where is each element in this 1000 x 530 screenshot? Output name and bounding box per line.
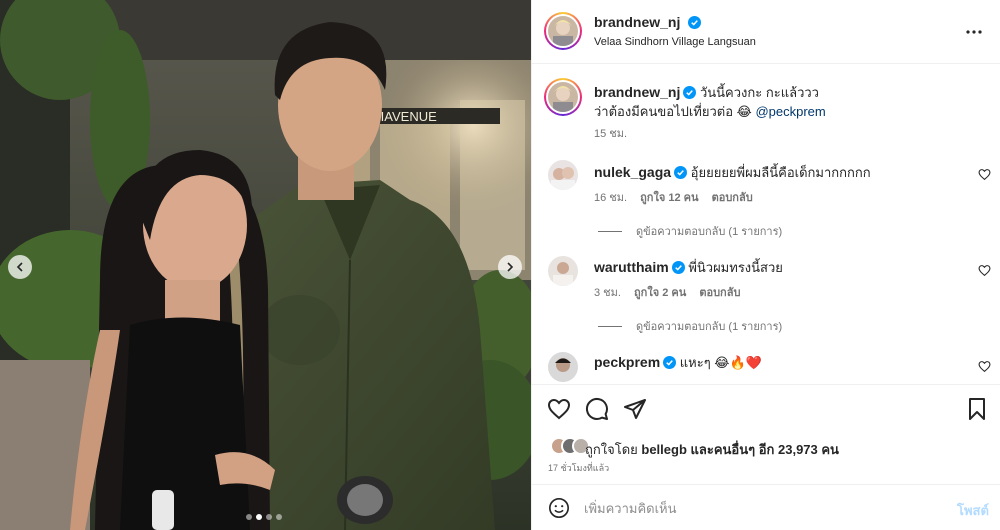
carousel-indicator [246, 514, 282, 520]
comment-time[interactable]: 3 ชม. [594, 287, 621, 299]
verified-icon [671, 261, 685, 274]
heart-icon[interactable] [978, 264, 991, 277]
verified-icon [674, 166, 688, 179]
caption-avatar[interactable] [544, 78, 582, 116]
instagram-post: SIAVENUE brandnew_nj Velaa Sindhorn Vill… [0, 0, 1000, 530]
author-avatar[interactable] [544, 12, 582, 50]
heart-icon[interactable] [978, 360, 991, 373]
post-location[interactable]: Velaa Sindhorn Village Langsuan [594, 36, 756, 48]
view-replies-label: ดูข้อความตอบกลับ (1 รายการ) [636, 226, 783, 238]
likes-summary: ถูกใจโดย bellegb และคนอื่นๆ อีก 23,973 ค… [585, 439, 839, 460]
more-options-icon[interactable] [962, 20, 986, 44]
post-side-panel: brandnew_nj Velaa Sindhorn Village Langs… [531, 0, 1000, 530]
verified-icon [663, 356, 677, 369]
share-icon[interactable] [623, 397, 647, 421]
comment-likes[interactable]: ถูกใจ 2 คน [634, 287, 686, 299]
comment-text: แหะๆ 😂🔥❤️ [679, 355, 762, 370]
chevron-left-icon [16, 262, 23, 272]
comment-icon[interactable] [585, 397, 609, 421]
post-comment-button[interactable]: โพสต์ [957, 500, 989, 521]
heart-icon[interactable] [978, 168, 991, 181]
commenter-avatar[interactable] [548, 256, 578, 286]
reply-button[interactable]: ตอบกลับ [699, 287, 740, 299]
view-replies-button[interactable]: ดูข้อความตอบกลับ (1 รายการ) [598, 222, 782, 240]
heart-icon[interactable] [547, 397, 571, 421]
post-header: brandnew_nj Velaa Sindhorn Village Langs… [532, 0, 1000, 64]
likes-count[interactable]: และคนอื่นๆ อีก 23,973 คน [687, 442, 839, 457]
caption-text-line2: ว่าต้องมีคนขอไปเที่ยวต่อ 😂 [594, 104, 756, 119]
comment-text: พี่นิวผมทรงนี้สวย [688, 260, 783, 275]
view-replies-label: ดูข้อความตอบกลับ (1 รายการ) [636, 321, 783, 333]
post-media[interactable]: SIAVENUE [0, 0, 531, 530]
verified-icon [683, 86, 697, 99]
carousel-dot [246, 514, 252, 520]
post-actions: ถูกใจโดย bellegb และคนอื่นๆ อีก 23,973 ค… [532, 384, 1000, 484]
chevron-right-icon [507, 262, 514, 272]
caption-time[interactable]: 15 ชม. [594, 124, 627, 142]
comment-username[interactable]: warutthaim [594, 259, 669, 275]
carousel-dot [276, 514, 282, 520]
comment-input[interactable] [584, 495, 944, 521]
post-time-ago[interactable]: 17 ชั่วโมงที่แล้ว [548, 461, 609, 475]
carousel-dot [256, 514, 262, 520]
bookmark-icon[interactable] [965, 397, 989, 421]
comment-composer: โพสต์ [532, 484, 1000, 530]
emoji-icon[interactable] [548, 497, 570, 519]
commenter-avatar[interactable] [548, 160, 578, 190]
carousel-next-button[interactable] [498, 255, 522, 279]
liker-avatars[interactable] [550, 437, 590, 457]
comment-item: peckprem แหะๆ 😂🔥❤️ [532, 340, 1000, 383]
caption-username[interactable]: brandnew_nj [594, 84, 680, 100]
caption-mention[interactable]: @peckprem [755, 104, 825, 119]
verified-icon [687, 16, 701, 29]
comment-username[interactable]: nulek_gaga [594, 164, 671, 180]
view-replies-button[interactable]: ดูข้อความตอบกลับ (1 รายการ) [598, 317, 782, 335]
comment-likes[interactable]: ถูกใจ 12 คน [640, 192, 698, 204]
author-username[interactable]: brandnew_nj [594, 14, 680, 30]
comment-username[interactable]: peckprem [594, 354, 660, 370]
carousel-dot [266, 514, 272, 520]
likes-prefix: ถูกใจโดย [585, 442, 642, 457]
post-photo: SIAVENUE [0, 0, 531, 530]
liked-by-user[interactable]: bellegb [641, 442, 687, 457]
carousel-prev-button[interactable] [8, 255, 32, 279]
comment-time[interactable]: 16 ชม. [594, 192, 627, 204]
comment-text: อุ้ยยยยยพี่ผมลืนี้คือเด็กมากกกกก [690, 165, 871, 180]
reply-button[interactable]: ตอบกลับ [712, 192, 753, 204]
commenter-avatar[interactable] [548, 352, 578, 382]
caption-text-line1: วันนี้ควงกะ กะแล้ววว [699, 85, 819, 100]
